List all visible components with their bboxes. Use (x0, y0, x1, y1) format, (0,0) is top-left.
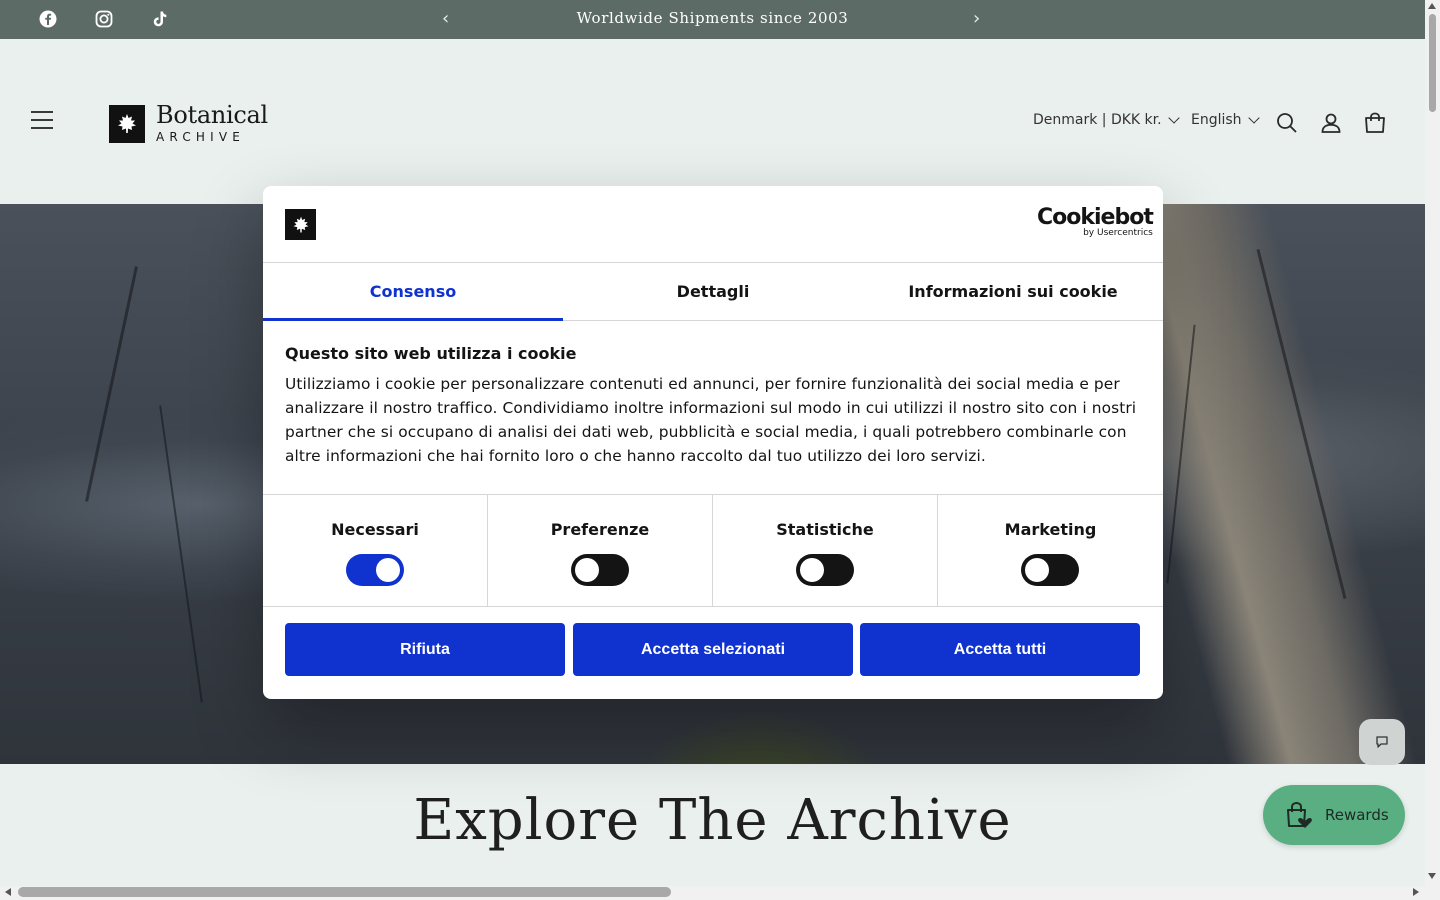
section-heading: Explore The Archive (413, 788, 1012, 853)
scroll-right-arrow-icon[interactable] (1413, 888, 1419, 896)
toggle-cell-statistics: Statistiche (713, 495, 938, 607)
tiktok-icon[interactable] (150, 9, 170, 29)
toggle-label-marketing: Marketing (1004, 520, 1097, 539)
toggle-necessary[interactable] (346, 554, 404, 586)
toggle-cell-preferences: Preferenze (488, 495, 713, 607)
announcement-bar: ‹ Worldwide Shipments since 2003 › (0, 0, 1425, 39)
scroll-left-arrow-icon[interactable] (5, 888, 11, 896)
account-icon[interactable] (1319, 111, 1343, 135)
cookie-dialog-header: Cookiebot by Usercentrics (263, 186, 1163, 263)
cookie-dialog-title: Questo sito web utilizza i cookie (285, 344, 577, 363)
toggle-cell-necessary: Necessari (263, 495, 488, 607)
chat-button[interactable] (1359, 719, 1405, 765)
toggle-preferences[interactable] (571, 554, 629, 586)
shopping-bag-heart-icon (1287, 801, 1312, 828)
vertical-scrollbar[interactable] (1425, 0, 1440, 886)
cookie-consent-dialog: Cookiebot by Usercentrics Consenso Detta… (263, 186, 1163, 699)
language-selector[interactable]: English (1191, 112, 1260, 128)
cookie-tabs: Consenso Dettagli Informazioni sui cooki… (263, 263, 1163, 321)
chevron-down-icon (1247, 112, 1260, 124)
announcement-next-button[interactable]: › (973, 8, 980, 29)
toggle-label-statistics: Statistiche (776, 520, 874, 539)
site-logo[interactable]: Botanical ARCHIVE (109, 103, 268, 144)
rewards-button[interactable]: Rewards (1263, 785, 1405, 845)
cart-icon[interactable] (1363, 111, 1387, 135)
toggle-cell-marketing: Marketing (938, 495, 1163, 607)
leaf-logo-icon (285, 209, 316, 240)
horizontal-scrollbar-thumb[interactable] (18, 887, 671, 897)
scroll-down-arrow-icon[interactable] (1428, 873, 1436, 879)
logo-subtitle: ARCHIVE (156, 130, 246, 144)
site-header: Botanical ARCHIVE Denmark | DKK kr. Engl… (0, 39, 1425, 204)
tab-consent[interactable]: Consenso (263, 263, 563, 321)
cookie-dialog-body: Utilizziamo i cookie per personalizzare … (285, 375, 1137, 465)
cookiebot-brand: Cookiebot (1037, 205, 1154, 230)
logo-title: Botanical (156, 101, 268, 129)
chevron-down-icon (1167, 112, 1180, 124)
leaf-logo-icon (109, 104, 145, 143)
toggle-label-necessary: Necessari (331, 520, 419, 539)
toggle-marketing[interactable] (1021, 554, 1079, 586)
rewards-label: Rewards (1325, 806, 1389, 824)
accept-all-button[interactable]: Accetta tutti (860, 623, 1140, 676)
language-label: English (1191, 112, 1242, 128)
reject-button[interactable]: Rifiuta (285, 623, 565, 676)
tab-about-cookies[interactable]: Informazioni sui cookie (863, 263, 1163, 320)
facebook-icon[interactable] (38, 9, 58, 29)
menu-icon[interactable] (31, 111, 53, 131)
chat-bubble-icon (1376, 736, 1388, 748)
cookie-category-toggles: Necessari Preferenze Statistiche Marketi… (263, 494, 1163, 607)
toggle-statistics[interactable] (796, 554, 854, 586)
announcement-text: Worldwide Shipments since 2003 (576, 9, 849, 27)
accept-selected-button[interactable]: Accetta selezionati (573, 623, 853, 676)
announcement-prev-button[interactable]: ‹ (442, 8, 449, 29)
toggle-label-preferences: Preferenze (550, 520, 650, 539)
cookiebot-logo[interactable]: Cookiebot by Usercentrics (1037, 205, 1154, 239)
country-selector[interactable]: Denmark | DKK kr. (1033, 112, 1180, 128)
scroll-up-arrow-icon[interactable] (1428, 3, 1436, 9)
instagram-icon[interactable] (94, 9, 114, 29)
vertical-scrollbar-thumb[interactable] (1429, 14, 1436, 112)
tab-details[interactable]: Dettagli (563, 263, 863, 320)
search-icon[interactable] (1275, 111, 1299, 135)
country-label: Denmark | DKK kr. (1033, 112, 1162, 128)
